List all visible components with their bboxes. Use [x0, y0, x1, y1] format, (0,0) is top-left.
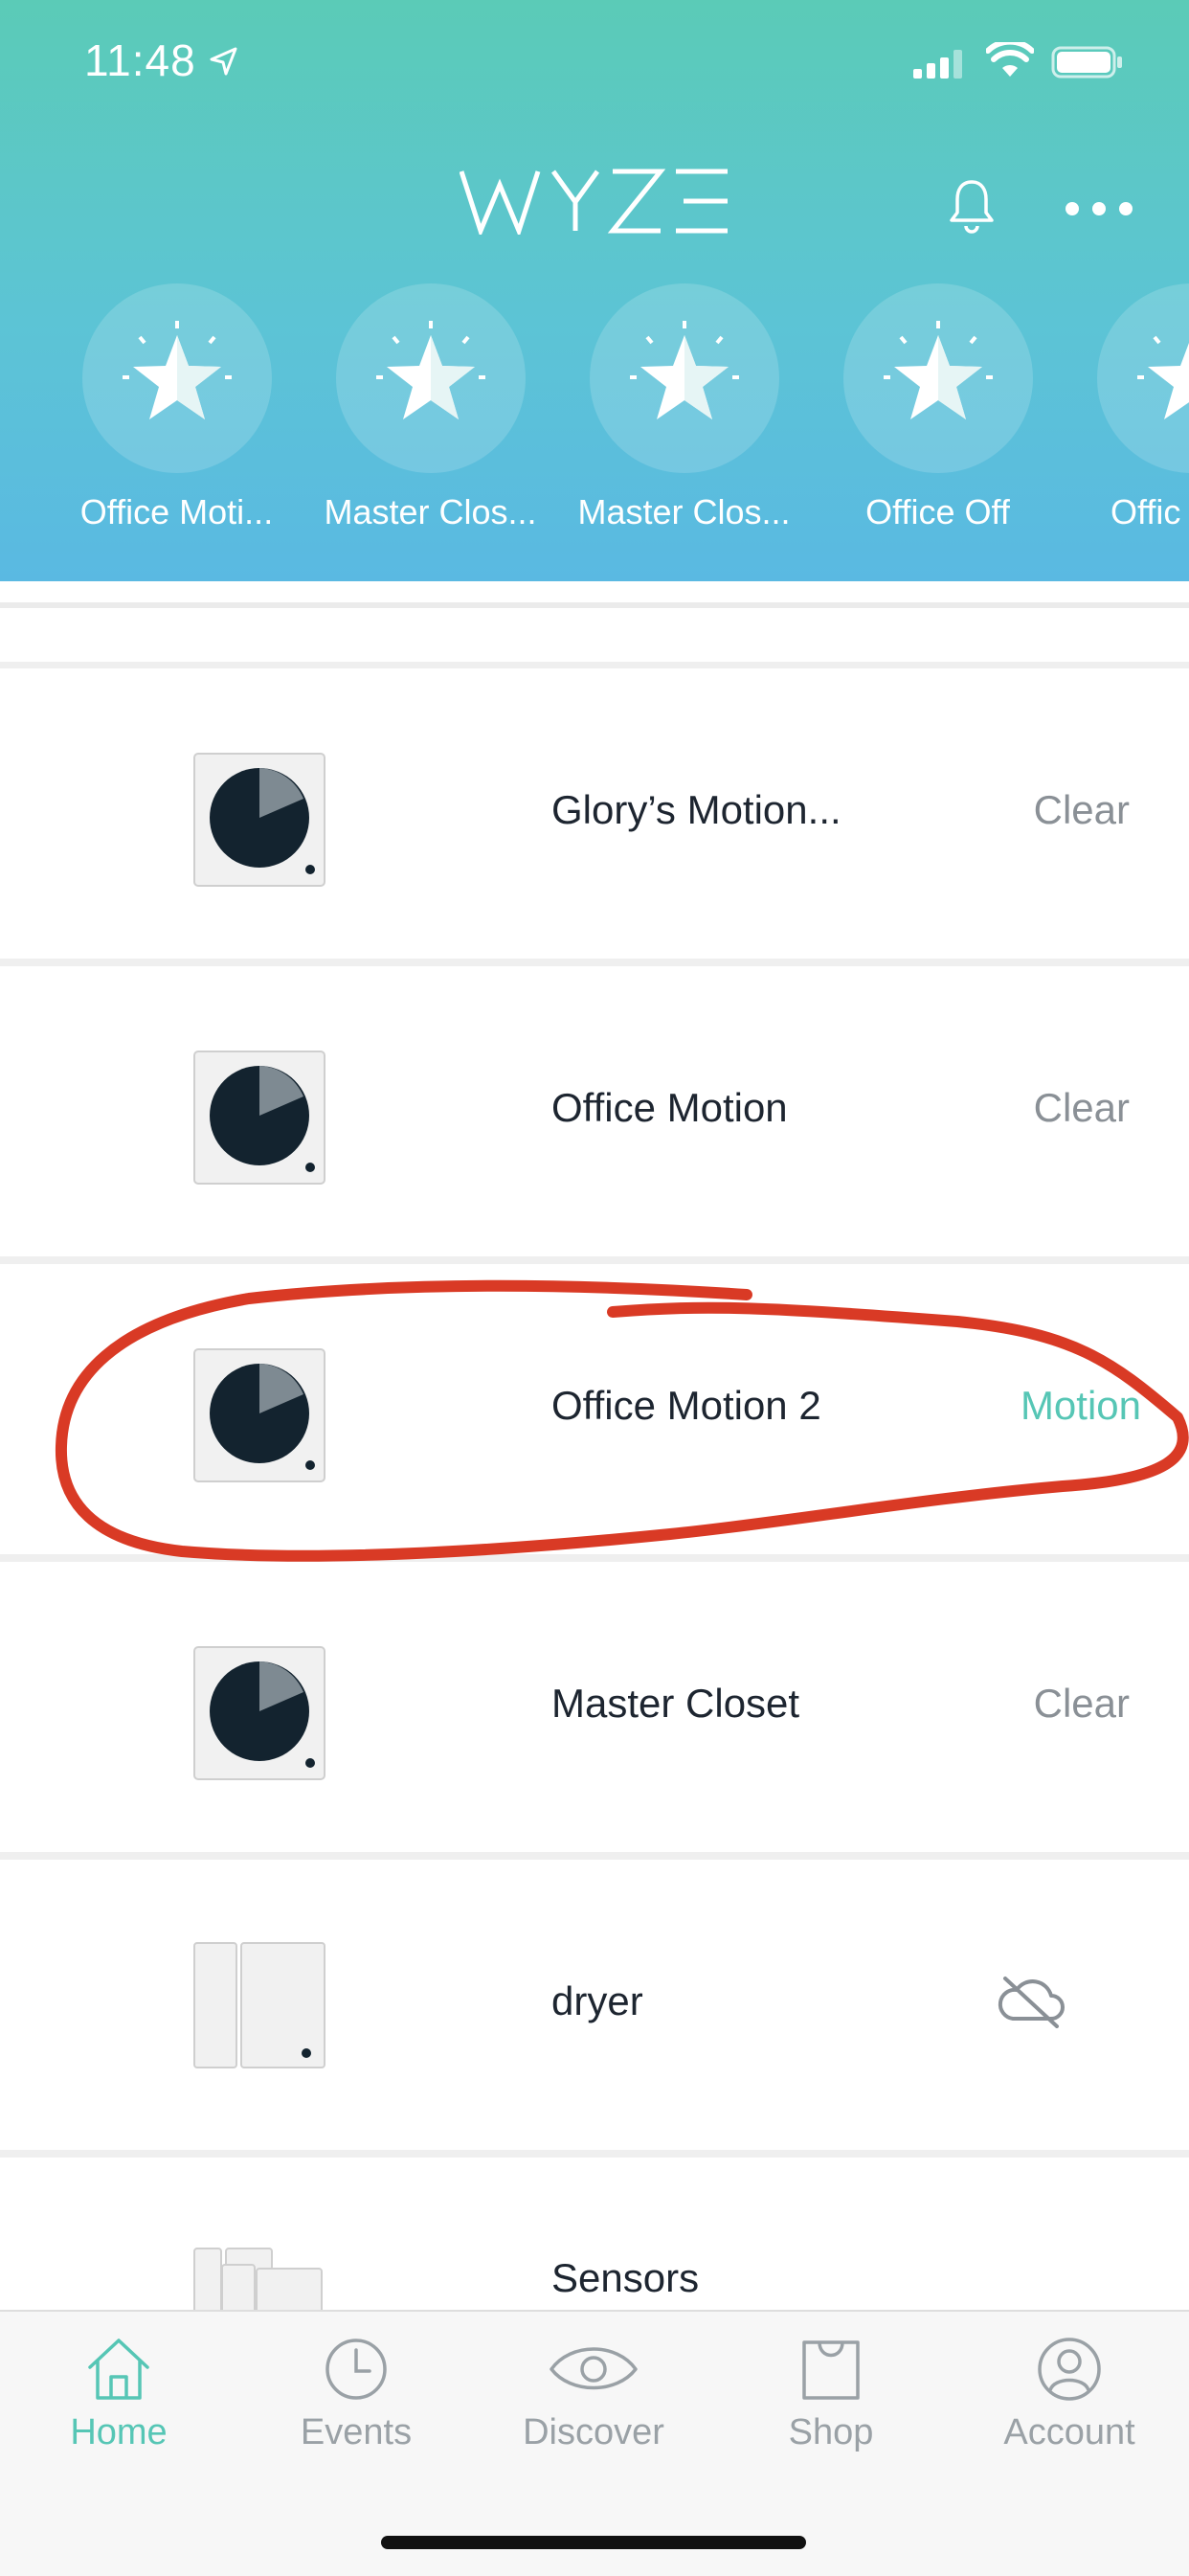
cellular-signal-icon [913, 50, 962, 79]
shortcut-label: Office Moti... [79, 492, 274, 531]
tab-home[interactable]: Home [0, 2335, 237, 2453]
wifi-icon [986, 42, 1034, 77]
device-row[interactable]: Glory’s Motion... Clear [0, 668, 1189, 959]
device-row[interactable]: Sensors [0, 2158, 1189, 2315]
notification-bell-icon[interactable] [948, 178, 996, 234]
device-status: Clear [1033, 787, 1130, 832]
clock-icon [325, 2339, 387, 2400]
eye-icon [550, 2347, 638, 2390]
status-time: 11:48 [84, 35, 196, 85]
tab-shop[interactable]: Shop [712, 2335, 950, 2453]
tab-account[interactable]: Account [950, 2335, 1189, 2453]
shortcut-item[interactable]: Office Moti... [50, 283, 303, 542]
shortcut-star-icon [335, 283, 526, 473]
motion-sensor-icon [193, 1051, 325, 1185]
list-top-spacer [0, 581, 1189, 602]
motion-sensor-icon [193, 1646, 325, 1780]
shortcut-item[interactable]: Master Clos... [557, 283, 811, 542]
cloud-offline-icon [998, 1977, 1065, 2028]
location-arrow-icon [210, 47, 237, 76]
tab-label: Account [1003, 2412, 1135, 2452]
device-name: Master Closet [551, 1681, 800, 1726]
tab-label: Home [70, 2412, 168, 2452]
tab-events[interactable]: Events [237, 2335, 475, 2453]
device-name: Sensors [551, 2255, 700, 2300]
tab-label: Shop [788, 2412, 874, 2452]
app-header: 11:48 Office Moti... Master Clos... Mast… [0, 0, 1189, 581]
bag-icon [802, 2340, 860, 2400]
more-options-icon[interactable] [1063, 199, 1135, 218]
wyze-logo [460, 169, 728, 235]
shortcut-star-icon [589, 283, 779, 473]
annotation-circle [55, 1279, 1189, 1562]
device-row[interactable]: Office Motion Clear [0, 966, 1189, 1256]
shortcut-label: Offic [1110, 492, 1181, 531]
tab-label: Events [300, 2412, 413, 2452]
shortcut-star-icon [1097, 283, 1189, 473]
device-row[interactable]: dryer [0, 1860, 1189, 2150]
shortcut-label: Master Clos... [324, 492, 537, 531]
shortcut-item[interactable]: Offic [1065, 283, 1189, 542]
device-status: Clear [1033, 1681, 1130, 1726]
shortcut-label: Office Off [865, 492, 1010, 531]
home-icon [88, 2339, 149, 2400]
sensor-group-icon [193, 2248, 323, 2315]
shortcut-item[interactable]: Office Off [811, 283, 1065, 542]
tab-label: Discover [523, 2412, 664, 2452]
device-name: Office Motion [551, 1085, 788, 1130]
device-name: Glory’s Motion... [551, 787, 841, 832]
user-icon [1038, 2338, 1101, 2401]
shortcut-star-icon [81, 283, 272, 473]
shortcut-carousel[interactable]: Office Moti... Master Clos... Master Clo… [0, 283, 1189, 542]
shortcut-star-icon [842, 283, 1033, 473]
list-top-spacer [0, 608, 1189, 662]
shortcut-item[interactable]: Master Clos... [303, 283, 557, 542]
device-name: dryer [551, 1978, 643, 2023]
device-status: Clear [1033, 1085, 1130, 1130]
home-indicator [381, 2536, 806, 2549]
tab-discover[interactable]: Discover [475, 2335, 712, 2453]
shortcut-label: Master Clos... [577, 492, 791, 531]
motion-sensor-icon [193, 753, 325, 887]
contact-sensor-icon [193, 1942, 325, 2068]
bottom-tab-bar: Home Events Discover Shop Account [0, 2310, 1189, 2576]
battery-icon [1051, 46, 1122, 79]
